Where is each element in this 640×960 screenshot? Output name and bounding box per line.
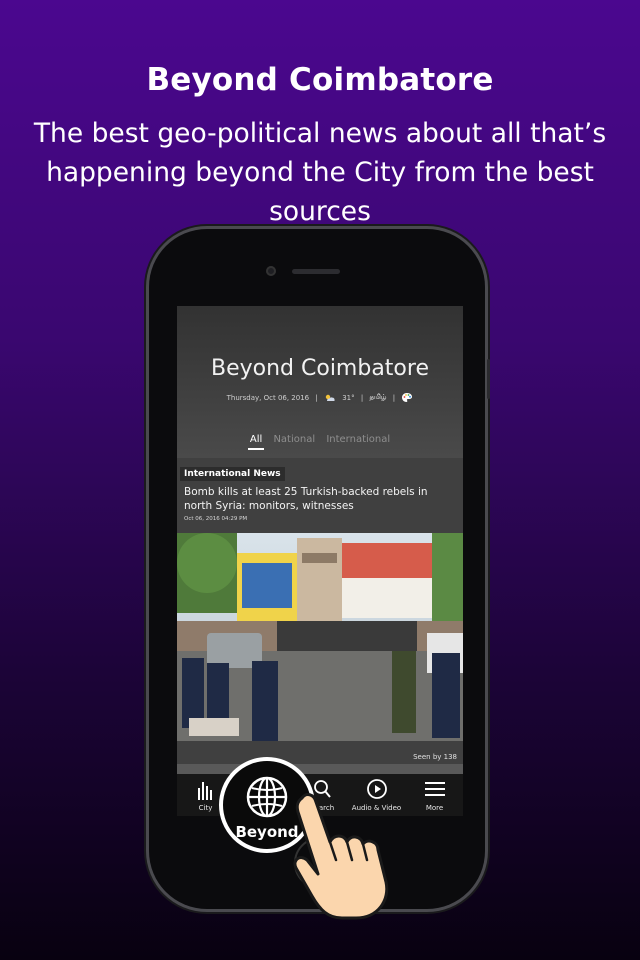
category-tabs: All National International	[177, 434, 463, 450]
article-timestamp: Oct 06, 2016 04:29 PM	[184, 516, 248, 522]
app-screen: Beyond Coimbatore Thursday, Oct 06, 2016…	[177, 306, 463, 816]
temperature-label: 31°	[342, 393, 355, 402]
article-headline[interactable]: Bomb kills at least 25 Turkish-backed re…	[184, 485, 454, 513]
meta-separator: |	[392, 393, 396, 402]
promo-subtitle: The best geo-political news about all th…	[0, 114, 640, 231]
nav-more-label: More	[425, 804, 444, 812]
palette-icon[interactable]	[401, 392, 413, 403]
category-badge: International News	[180, 467, 285, 481]
app-meta: Thursday, Oct 06, 2016 | 31° | தமிழ் |	[177, 392, 463, 403]
seen-count: Seen by 138	[413, 753, 457, 761]
menu-icon	[424, 782, 445, 796]
globe-icon	[246, 776, 288, 818]
tab-international[interactable]: International	[326, 434, 390, 450]
article-photo[interactable]	[177, 533, 463, 741]
meta-separator: |	[315, 393, 318, 402]
promo-subtitle-line2: happening beyond the City from the best …	[46, 157, 594, 227]
camera-icon	[266, 266, 276, 276]
bars-icon	[197, 782, 212, 800]
tab-all[interactable]: All	[247, 434, 265, 450]
news-card[interactable]: International News Bomb kills at least 2…	[177, 458, 463, 816]
phone-side-button	[487, 359, 490, 399]
promo-title: Beyond Coimbatore	[146, 62, 494, 98]
meta-separator: |	[360, 393, 364, 402]
weather-icon	[324, 393, 336, 403]
language-toggle[interactable]: தமிழ்	[369, 393, 386, 402]
app-header: Beyond Coimbatore Thursday, Oct 06, 2016…	[177, 306, 463, 458]
promo-subtitle-line1: The best geo-political news about all th…	[33, 118, 607, 149]
speaker-grille	[292, 269, 340, 274]
date-label: Thursday, Oct 06, 2016	[226, 393, 310, 402]
pointing-hand-icon	[293, 793, 389, 920]
app-title: Beyond Coimbatore	[210, 356, 429, 381]
next-card-strip	[177, 764, 463, 774]
nav-more[interactable]: More	[406, 778, 463, 812]
tab-national[interactable]: National	[273, 434, 315, 450]
